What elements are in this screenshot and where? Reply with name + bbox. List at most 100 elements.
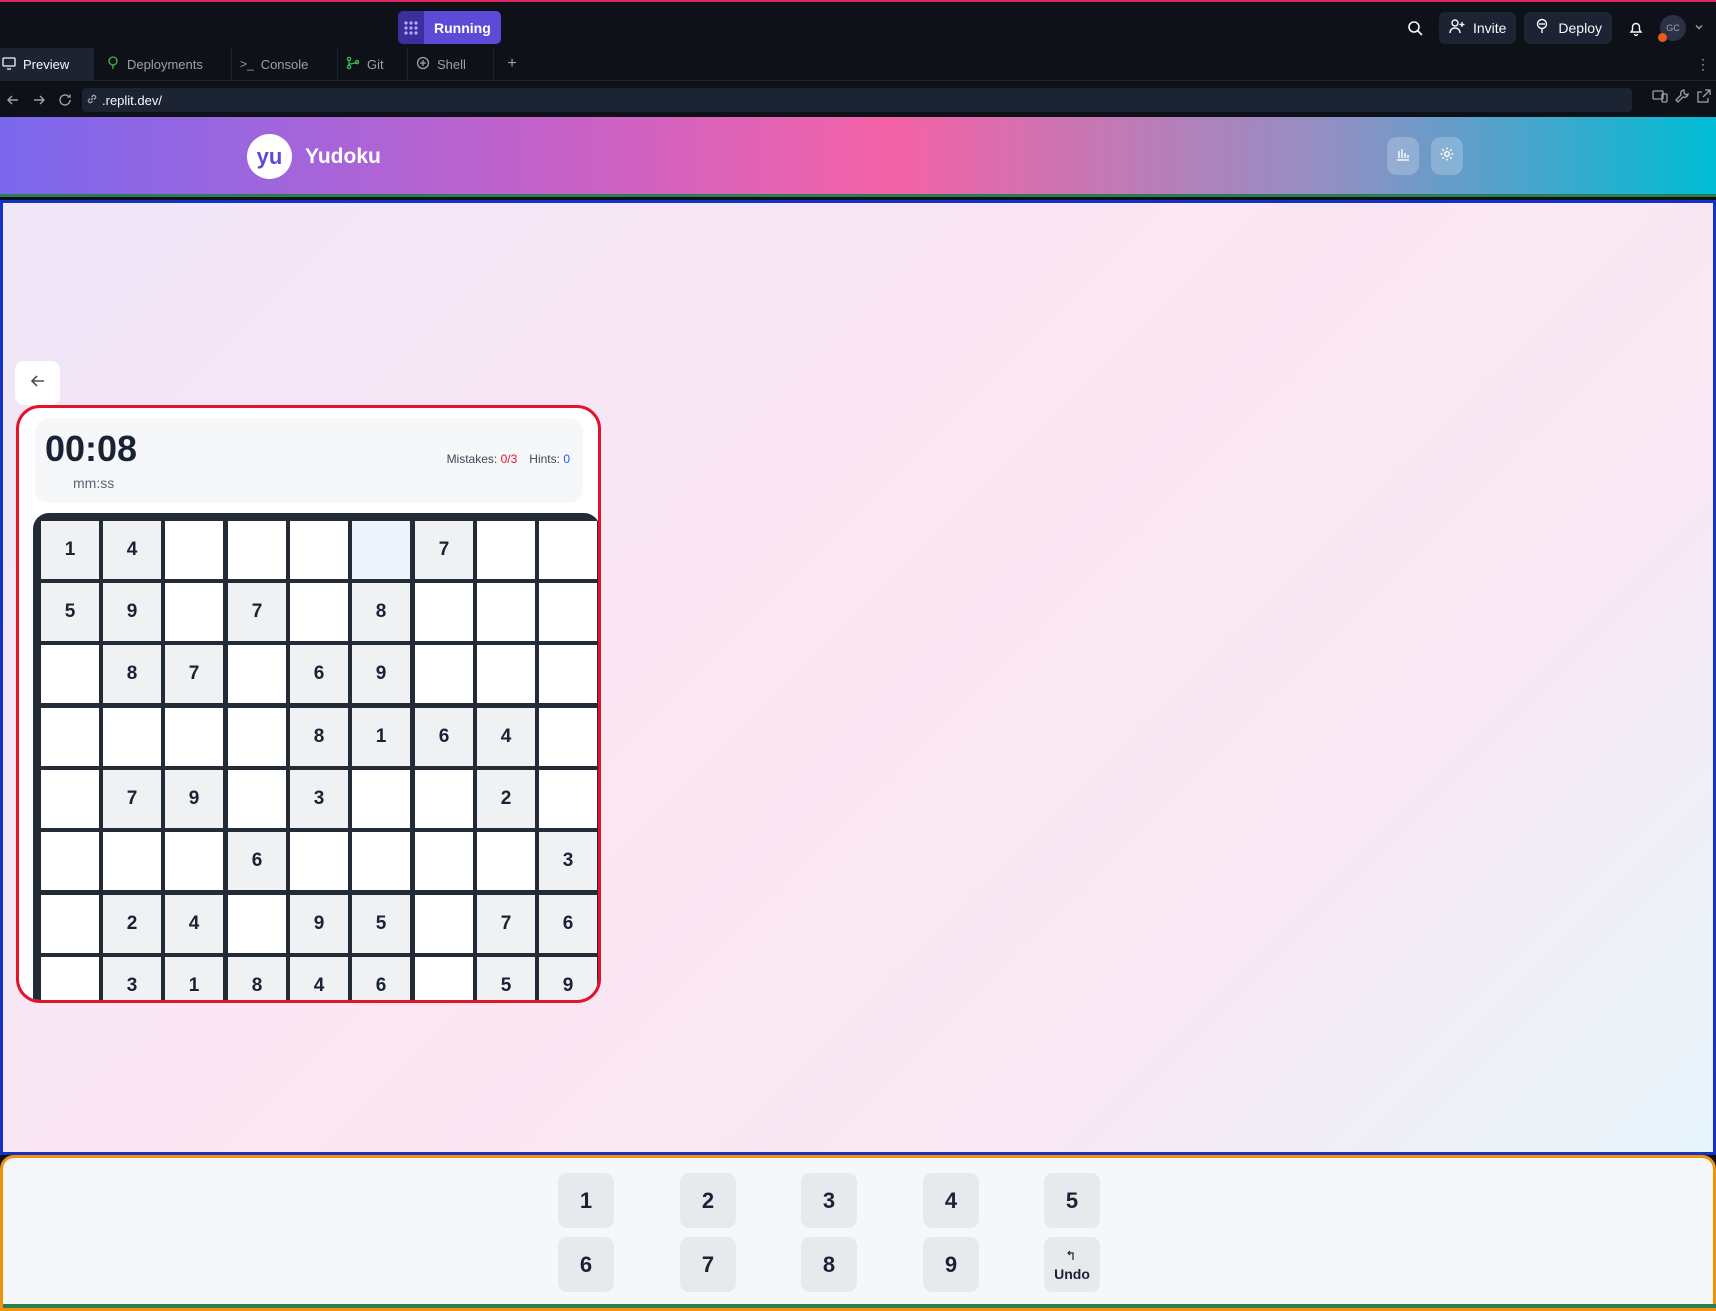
sudoku-cell[interactable]: 6 (539, 895, 597, 953)
forward-arrow-icon[interactable] (26, 87, 52, 113)
sudoku-cell[interactable] (228, 770, 286, 828)
sudoku-cell[interactable]: 3 (103, 957, 161, 1000)
sudoku-cell[interactable]: 3 (290, 770, 348, 828)
number-key[interactable]: 5 (1044, 1173, 1100, 1228)
app-title[interactable]: Yudoku (305, 145, 381, 169)
sudoku-cell[interactable] (477, 832, 535, 890)
sudoku-cell[interactable]: 7 (103, 770, 161, 828)
sudoku-cell[interactable]: 2 (477, 770, 535, 828)
sudoku-cell[interactable] (228, 895, 286, 953)
sudoku-cell[interactable]: 1 (41, 521, 99, 579)
number-key[interactable]: 7 (680, 1237, 736, 1292)
sudoku-cell[interactable] (539, 770, 597, 828)
sudoku-cell[interactable]: 2 (103, 895, 161, 953)
sudoku-cell[interactable] (415, 832, 473, 890)
back-button[interactable] (15, 361, 60, 405)
user-avatar[interactable]: GC (1658, 14, 1686, 42)
sudoku-cell[interactable]: 9 (352, 645, 410, 703)
sudoku-cell[interactable] (103, 832, 161, 890)
sudoku-cell[interactable] (41, 770, 99, 828)
reload-icon[interactable] (52, 87, 78, 113)
sudoku-cell[interactable] (352, 770, 410, 828)
sudoku-cell[interactable] (415, 895, 473, 953)
tab-git[interactable]: Git (338, 48, 408, 80)
sudoku-cell[interactable]: 8 (290, 708, 348, 766)
sudoku-cell[interactable]: 5 (41, 583, 99, 641)
sudoku-cell[interactable] (290, 583, 348, 641)
number-key[interactable]: 6 (558, 1237, 614, 1292)
sudoku-cell[interactable]: 1 (165, 957, 223, 1000)
sudoku-cell[interactable] (539, 521, 597, 579)
more-options-icon[interactable]: ⋮ (1696, 56, 1710, 73)
sudoku-cell[interactable] (539, 708, 597, 766)
tab-deployments[interactable]: Deployments (94, 48, 232, 80)
sudoku-cell[interactable] (539, 645, 597, 703)
number-key[interactable]: 9 (923, 1237, 979, 1292)
tab-preview[interactable]: Preview (0, 48, 94, 80)
open-new-tab-icon[interactable] (1696, 88, 1712, 109)
back-arrow-icon[interactable] (0, 87, 26, 113)
sudoku-cell[interactable] (352, 832, 410, 890)
tab-shell[interactable]: Shell (408, 48, 494, 80)
sudoku-cell[interactable]: 4 (165, 895, 223, 953)
sudoku-cell[interactable]: 5 (352, 895, 410, 953)
sudoku-cell[interactable]: 7 (477, 895, 535, 953)
sudoku-cell[interactable] (352, 521, 410, 579)
sudoku-cell[interactable] (290, 521, 348, 579)
sudoku-cell[interactable] (415, 957, 473, 1000)
deploy-button[interactable]: Deploy (1524, 11, 1612, 44)
sudoku-cell[interactable] (477, 521, 535, 579)
sudoku-cell[interactable] (477, 583, 535, 641)
sudoku-cell[interactable] (415, 770, 473, 828)
sudoku-cell[interactable] (165, 521, 223, 579)
sudoku-cell[interactable]: 4 (290, 957, 348, 1000)
devtools-wrench-icon[interactable] (1674, 88, 1690, 109)
sudoku-cell[interactable] (415, 645, 473, 703)
sudoku-cell[interactable]: 8 (228, 957, 286, 1000)
sudoku-cell[interactable]: 4 (103, 521, 161, 579)
number-key[interactable]: 4 (923, 1173, 979, 1228)
sudoku-cell[interactable]: 4 (477, 708, 535, 766)
sudoku-cell[interactable] (228, 645, 286, 703)
sudoku-cell[interactable] (41, 957, 99, 1000)
sudoku-cell[interactable] (477, 645, 535, 703)
number-key[interactable]: 2 (680, 1173, 736, 1228)
sudoku-cell[interactable]: 7 (415, 521, 473, 579)
sudoku-cell[interactable] (539, 583, 597, 641)
sudoku-cell[interactable] (41, 832, 99, 890)
sudoku-cell[interactable] (41, 895, 99, 953)
tab-console[interactable]: >_ Console (232, 48, 338, 80)
number-key[interactable]: 1 (558, 1173, 614, 1228)
notifications-bell-icon[interactable] (1620, 12, 1652, 44)
sudoku-cell[interactable]: 8 (103, 645, 161, 703)
url-input[interactable]: .replit.dev/ (82, 88, 1632, 112)
sudoku-cell[interactable]: 6 (290, 645, 348, 703)
sudoku-cell[interactable] (228, 708, 286, 766)
run-button[interactable]: Running (398, 11, 501, 44)
sudoku-cell[interactable] (41, 708, 99, 766)
statistics-button[interactable] (1387, 137, 1419, 175)
sudoku-cell[interactable]: 9 (103, 583, 161, 641)
sudoku-cell[interactable] (290, 832, 348, 890)
sudoku-cell[interactable] (165, 583, 223, 641)
devices-icon[interactable] (1652, 88, 1668, 109)
sudoku-cell[interactable] (415, 583, 473, 641)
sudoku-cell[interactable]: 9 (290, 895, 348, 953)
sudoku-cell[interactable]: 7 (165, 645, 223, 703)
sudoku-cell[interactable] (165, 832, 223, 890)
sudoku-cell[interactable]: 6 (415, 708, 473, 766)
settings-button[interactable] (1431, 137, 1463, 175)
sudoku-cell[interactable] (228, 521, 286, 579)
number-key[interactable]: 3 (801, 1173, 857, 1228)
search-icon[interactable] (1399, 12, 1431, 44)
sudoku-cell[interactable]: 9 (165, 770, 223, 828)
undo-button[interactable]: Undo (1044, 1237, 1100, 1292)
sudoku-cell[interactable]: 8 (352, 583, 410, 641)
sudoku-cell[interactable] (165, 708, 223, 766)
sudoku-cell[interactable]: 5 (477, 957, 535, 1000)
number-key[interactable]: 8 (801, 1237, 857, 1292)
chevron-down-icon[interactable] (1694, 19, 1704, 37)
sudoku-cell[interactable]: 6 (352, 957, 410, 1000)
sudoku-cell[interactable] (103, 708, 161, 766)
sudoku-cell[interactable]: 6 (228, 832, 286, 890)
